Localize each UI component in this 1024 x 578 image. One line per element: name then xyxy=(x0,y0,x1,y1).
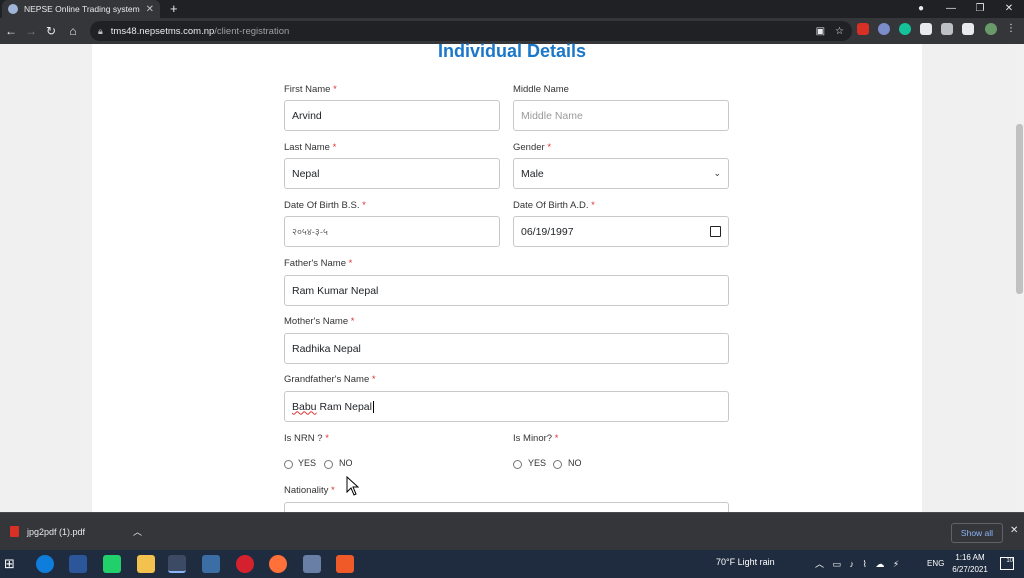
text-cursor xyxy=(372,400,374,413)
extension-icon[interactable] xyxy=(941,23,953,35)
puzzle-icon[interactable] xyxy=(962,23,974,35)
extension-icon[interactable] xyxy=(920,23,932,35)
download-bar: jpg2pdf (1).pdf ︿ Show all ✕ xyxy=(0,512,1024,550)
app-icon[interactable] xyxy=(336,555,354,573)
gender-label: Gender * xyxy=(513,142,552,153)
menu-icon[interactable]: ⋮ xyxy=(1006,23,1018,35)
first-name-label: First Name * xyxy=(284,84,337,95)
windows-start-icon[interactable]: ⊞ xyxy=(4,557,18,571)
forward-icon[interactable]: → xyxy=(22,22,40,40)
reload-icon[interactable]: ↻ xyxy=(42,22,60,40)
lock-icon[interactable]: 🔒︎ xyxy=(98,26,103,37)
pdf-file-icon[interactable] xyxy=(10,526,19,537)
mouse-pointer-icon xyxy=(346,476,360,496)
grammarly-icon[interactable] xyxy=(899,23,911,35)
dob-ad-label: Date Of Birth A.D. * xyxy=(513,200,595,211)
close-tab-icon[interactable]: ✕ xyxy=(146,4,154,15)
address-bar[interactable]: 🔒︎ tms48.nepsetms.com.np /client-registr… xyxy=(90,21,852,41)
middle-name-input[interactable]: Middle Name xyxy=(513,100,729,131)
restore-button[interactable]: ❐ xyxy=(968,0,992,18)
profile-avatar[interactable] xyxy=(985,23,997,35)
url-path: /client-registration xyxy=(214,25,290,37)
notification-icon[interactable]: 10 xyxy=(1000,557,1014,570)
is-nrn-label: Is NRN ? * xyxy=(284,433,329,444)
back-icon[interactable]: ← xyxy=(2,22,20,40)
url-host: tms48.nepsetms.com.np xyxy=(110,25,215,37)
chevron-up-icon[interactable]: ︿ xyxy=(133,525,142,538)
chrome-icon[interactable] xyxy=(168,555,186,573)
nrn-no-label: NO xyxy=(339,458,353,468)
site-favicon-icon xyxy=(8,4,18,14)
word-icon[interactable] xyxy=(69,555,87,573)
app-icon[interactable] xyxy=(202,555,220,573)
clock[interactable]: 1:16 AM 6/27/2021 xyxy=(950,552,990,576)
new-tab-button[interactable]: + xyxy=(170,0,178,18)
is-minor-label: Is Minor? * xyxy=(513,433,559,444)
nrn-yes-radio[interactable] xyxy=(284,460,293,469)
last-name-input[interactable]: Nepal xyxy=(284,158,500,189)
weather-widget[interactable]: 70°F Light rain xyxy=(716,557,775,567)
tab-title: NEPSE Online Trading system xyxy=(24,4,140,14)
extension-icon[interactable] xyxy=(878,23,890,35)
close-download-bar-icon[interactable]: ✕ xyxy=(1010,525,1018,536)
opera-icon[interactable] xyxy=(236,555,254,573)
minor-yes-label: YES xyxy=(528,458,547,468)
minor-no-label: NO xyxy=(568,458,582,468)
page-viewport: Individual Details First Name * Arvind M… xyxy=(0,41,1024,516)
home-icon[interactable]: ⌂ xyxy=(64,22,82,40)
gender-select[interactable]: Male ⌄ xyxy=(513,158,729,189)
language-indicator[interactable]: ENG xyxy=(927,559,944,568)
download-file-name[interactable]: jpg2pdf (1).pdf xyxy=(27,527,85,537)
minimize-button[interactable]: — xyxy=(939,0,963,18)
nrn-yes-label: YES xyxy=(298,458,317,468)
browser-tab[interactable]: NEPSE Online Trading system ✕ xyxy=(2,0,160,18)
tab-strip: NEPSE Online Trading system ✕ + ● — ❐ ✕ xyxy=(0,0,1024,18)
first-name-input[interactable]: Arvind xyxy=(284,100,500,131)
grandfather-name-input[interactable]: Babu Ram Nepal xyxy=(284,391,729,422)
qr-code-icon[interactable]: ▣ xyxy=(816,26,825,37)
show-all-button[interactable]: Show all xyxy=(951,523,1003,543)
father-name-label: Father's Name * xyxy=(284,258,353,269)
scrollbar-thumb[interactable] xyxy=(1016,124,1023,294)
calculator-icon[interactable] xyxy=(303,555,321,573)
profile-icon[interactable]: ● xyxy=(909,0,933,18)
system-tray-icons[interactable]: ︿ ▭ ♪ ⌇ ☁ ⚡ xyxy=(815,557,902,570)
middle-name-label: Middle Name xyxy=(513,84,569,95)
minor-yes-radio[interactable] xyxy=(513,460,522,469)
bookmark-star-icon[interactable]: ☆ xyxy=(835,26,844,37)
dob-bs-input[interactable]: २०५४-३-५ xyxy=(284,216,500,247)
calendar-icon[interactable] xyxy=(710,226,721,237)
edge-icon[interactable] xyxy=(36,555,54,573)
chevron-down-icon: ⌄ xyxy=(713,168,721,178)
camtasia-icon[interactable] xyxy=(103,555,121,573)
close-window-button[interactable]: ✕ xyxy=(997,0,1021,18)
extension-icon[interactable] xyxy=(857,23,869,35)
mother-name-input[interactable]: Radhika Nepal xyxy=(284,333,729,364)
dob-ad-input[interactable]: 06/19/1997 xyxy=(513,216,729,247)
firefox-icon[interactable] xyxy=(269,555,287,573)
page-title: Individual Details xyxy=(437,41,587,61)
nrn-no-radio[interactable] xyxy=(324,460,333,469)
last-name-label: Last Name * xyxy=(284,142,337,153)
page-scrollbar[interactable] xyxy=(1015,44,1024,512)
nationality-label: Nationality * xyxy=(284,485,335,496)
mother-name-label: Mother's Name * xyxy=(284,316,355,327)
grandfather-name-label: Grandfather's Name * xyxy=(284,374,376,385)
taskbar: ⊞ 70°F Light rain ︿ ▭ ♪ ⌇ ☁ ⚡ ENG 1:16 A… xyxy=(0,550,1024,578)
file-explorer-icon[interactable] xyxy=(137,555,155,573)
father-name-input[interactable]: Ram Kumar Nepal xyxy=(284,275,729,306)
dob-bs-label: Date Of Birth B.S. * xyxy=(284,200,366,211)
minor-no-radio[interactable] xyxy=(553,460,562,469)
